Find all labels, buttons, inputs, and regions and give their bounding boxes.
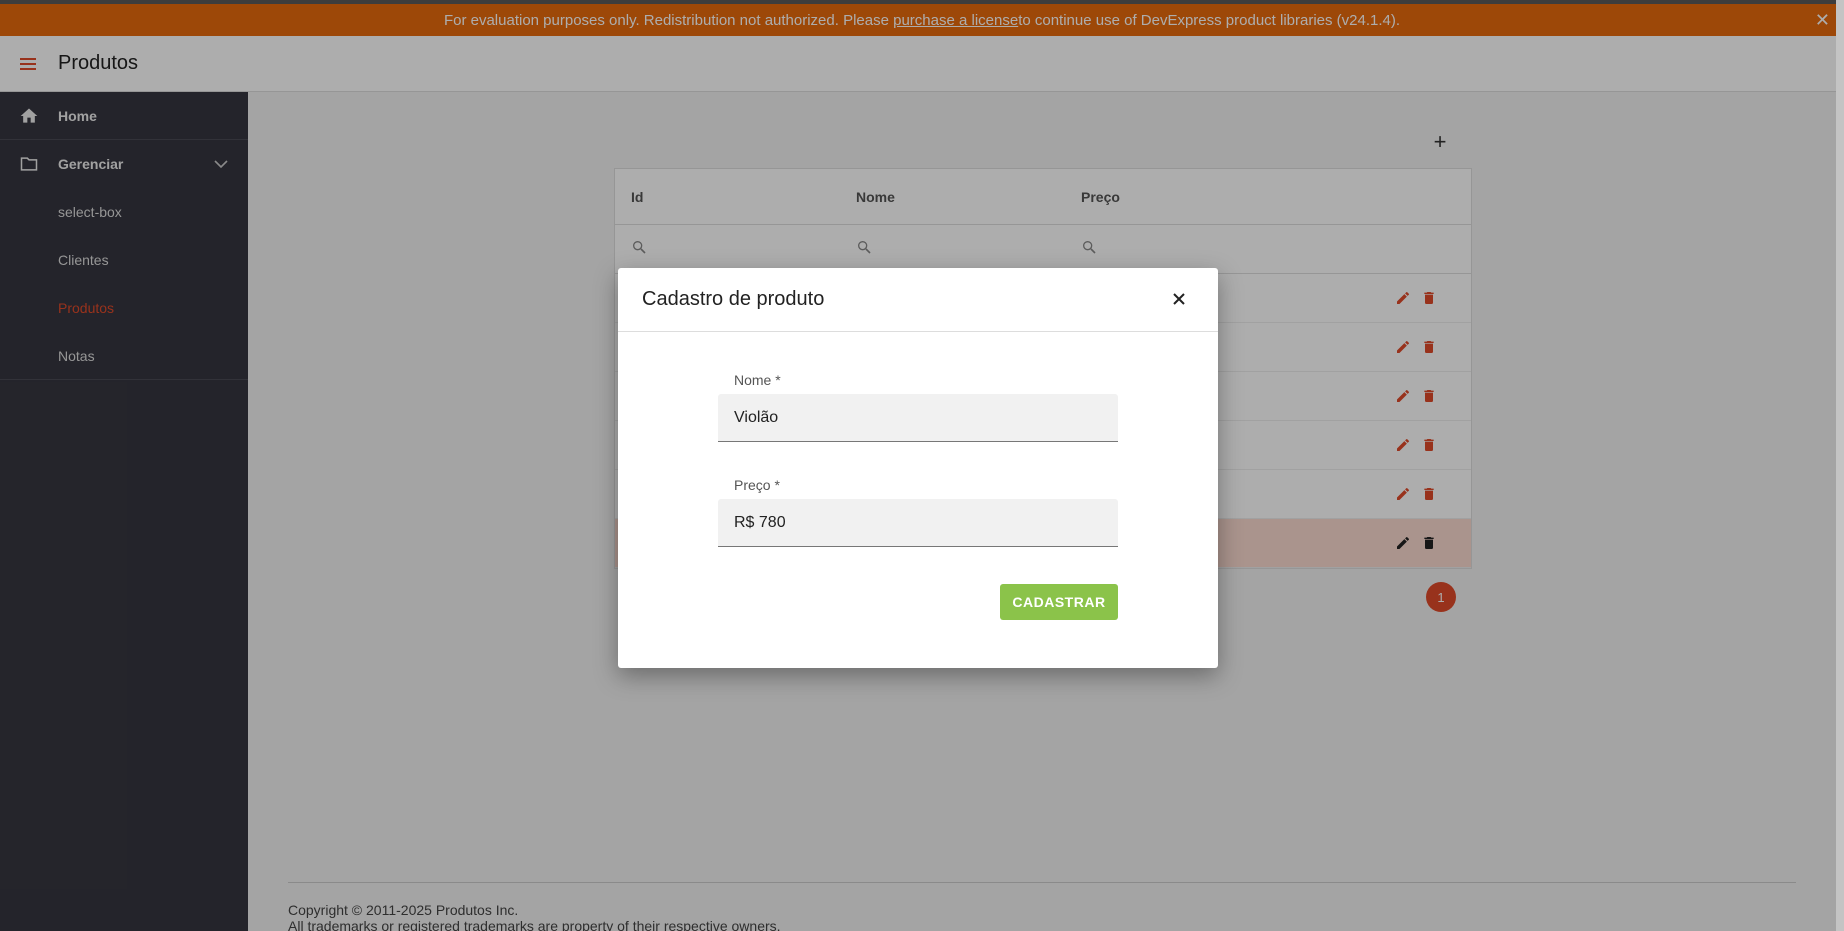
preco-field: Preço * [718,477,1118,547]
preco-label: Preço * [734,477,780,493]
nome-input[interactable] [718,394,1118,442]
scrollbar[interactable] [1836,0,1844,931]
dialog-title: Cadastro de produto [642,288,825,310]
close-icon[interactable] [1170,290,1188,308]
product-dialog: Cadastro de produto Nome * Preço * CADAS… [618,268,1218,668]
cadastrar-button[interactable]: CADASTRAR [1000,584,1118,620]
scrollbar-thumb[interactable] [1836,0,1844,931]
preco-input[interactable] [718,499,1118,547]
nome-field: Nome * [718,372,1118,442]
nome-label: Nome * [734,372,781,388]
dialog-header: Cadastro de produto [618,268,1218,332]
